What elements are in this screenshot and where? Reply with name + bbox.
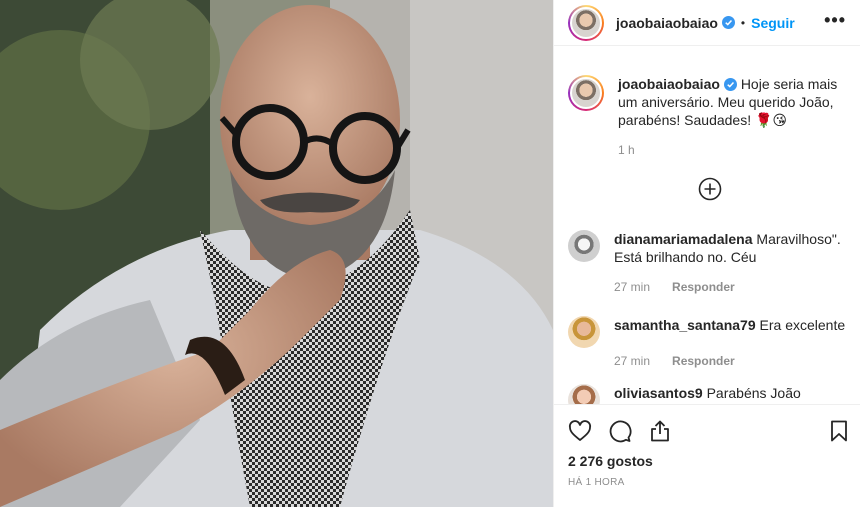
comment-item: dianamariamadalena Maravilhoso". Está br…: [568, 230, 854, 296]
follow-button[interactable]: Seguir: [751, 15, 795, 31]
verified-icon: [723, 78, 737, 91]
author-avatar[interactable]: [568, 4, 604, 41]
reply-button[interactable]: Responder: [672, 280, 735, 294]
comment-text: Parabéns João: [706, 385, 801, 401]
post-timestamp: HÁ 1 HORA: [568, 477, 625, 488]
verified-icon: [721, 16, 735, 29]
caption-avatar[interactable]: [568, 75, 604, 111]
comment-time: 27 min: [614, 280, 651, 294]
comment-bubble-icon[interactable]: [608, 419, 632, 443]
like-heart-icon[interactable]: [568, 419, 592, 443]
post-header: joaobaiaobaiao • Seguir •••: [554, 0, 860, 46]
author-username[interactable]: joaobaiaobaiao: [616, 15, 718, 31]
separator-dot: •: [740, 15, 746, 30]
commenter-avatar[interactable]: [568, 230, 600, 262]
likes-count[interactable]: 2 276 gostos: [568, 453, 653, 469]
comment-item: samantha_santana79 Era excelente 27 min R…: [568, 316, 854, 370]
comments-list[interactable]: joaobaiaobaiao Hoje seria mais um aniver…: [554, 47, 860, 404]
more-options-icon[interactable]: •••: [824, 10, 846, 31]
share-icon[interactable]: [648, 419, 672, 443]
reply-button[interactable]: Responder: [672, 354, 735, 368]
portrait-image: [0, 0, 553, 507]
comment-text: Era excelente: [759, 317, 846, 333]
comment-item: oliviasantos9 Parabéns João: [568, 384, 854, 404]
comment-time: 27 min: [614, 354, 651, 368]
save-bookmark-icon[interactable]: [827, 419, 851, 443]
instagram-post: joaobaiaobaiao • Seguir ••• joaobaiaobai…: [0, 0, 860, 507]
commenter-username[interactable]: dianamariamadalena: [614, 231, 753, 247]
post-photo[interactable]: [0, 0, 553, 507]
post-actions: 2 276 gostos HÁ 1 HORA: [554, 404, 860, 507]
load-more-comments-icon[interactable]: [698, 177, 722, 201]
caption-username[interactable]: joaobaiaobaiao: [618, 76, 720, 92]
commenter-username[interactable]: oliviasantos9: [614, 385, 703, 401]
commenter-avatar[interactable]: [568, 384, 600, 404]
caption: joaobaiaobaiao Hoje seria mais um aniver…: [568, 75, 858, 159]
post-side-panel: joaobaiaobaiao • Seguir ••• joaobaiaobai…: [553, 0, 860, 507]
commenter-username[interactable]: samantha_santana79: [614, 317, 756, 333]
commenter-avatar[interactable]: [568, 316, 600, 348]
caption-time: 1 h: [618, 143, 635, 157]
